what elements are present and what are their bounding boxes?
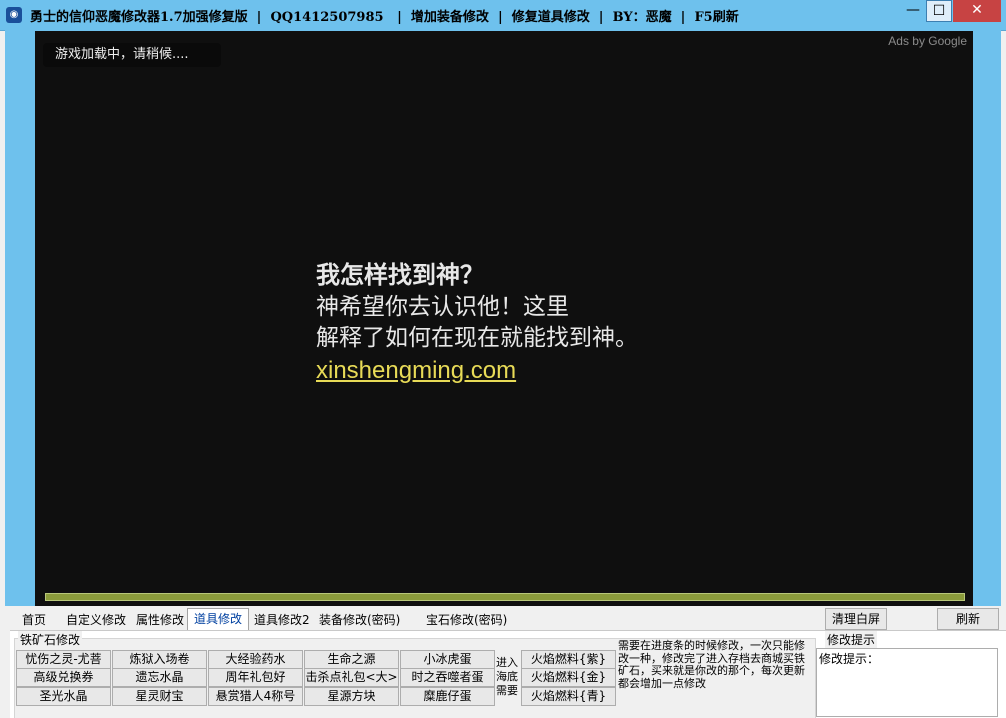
tab-items-2[interactable]: 道具修改2 — [248, 610, 316, 630]
fuel-purple-button[interactable]: 火焰燃料{紫} — [521, 650, 616, 669]
ad-line-1: 神希望你去认识他！这里 — [316, 294, 569, 320]
item-button[interactable]: 炼狱入场卷 — [112, 650, 207, 669]
app-icon: ◉ — [6, 7, 22, 23]
item-button[interactable]: 忧伤之灵-尤菩 — [16, 650, 111, 669]
item-button[interactable]: 星灵财宝 — [112, 687, 207, 706]
item-button[interactable]: 时之吞噬者蛋 — [400, 668, 495, 687]
game-area[interactable]: 游戏加载中，请稍候.... Ads by Google 我怎样找到神？ 神希望你… — [35, 31, 973, 606]
tab-home[interactable]: 首页 — [16, 610, 52, 630]
item-button[interactable]: 星源方块 — [304, 687, 399, 706]
item-button[interactable]: 生命之源 — [304, 650, 399, 669]
ad-link[interactable]: xinshengming.com — [316, 354, 876, 388]
tab-equipment[interactable]: 装备修改(密码) — [313, 610, 406, 630]
item-button[interactable]: 遗忘水晶 — [112, 668, 207, 687]
item-button[interactable]: 小冰虎蛋 — [400, 650, 495, 669]
clear-screen-button[interactable]: 清理白屏 — [825, 608, 887, 630]
window-title: 勇士的信仰恶魔修改器1.7加强修复版 | QQ1412507985 | 增加装备… — [30, 10, 739, 25]
item-button[interactable]: 击杀点礼包<大> — [304, 668, 399, 687]
item-button[interactable]: 悬赏猎人4称号 — [208, 687, 303, 706]
seabed-label: 进入海底需要 — [496, 656, 518, 697]
title-bar: ◉ 勇士的信仰恶魔修改器1.7加强修复版 | QQ1412507985 | 增加… — [0, 0, 1006, 31]
ads-label[interactable]: Ads by Google — [888, 34, 967, 48]
maximize-button[interactable]: ☐ — [926, 0, 952, 22]
ad-block[interactable]: 我怎样找到神？ 神希望你去认识他！这里 解释了如何在现在就能找到神。 xinsh… — [316, 258, 876, 388]
fuel-gold-button[interactable]: 火焰燃料{金} — [521, 668, 616, 687]
loading-progress-bar — [45, 593, 965, 601]
item-button[interactable]: 周年礼包好 — [208, 668, 303, 687]
tab-items[interactable]: 道具修改 — [187, 608, 250, 631]
tab-custom[interactable]: 自定义修改 — [60, 610, 132, 630]
minimize-button[interactable]: — — [900, 0, 926, 22]
item-button[interactable]: 大经验药水 — [208, 650, 303, 669]
refresh-button[interactable]: 刷新 — [937, 608, 999, 630]
loading-text: 游戏加载中，请稍候.... — [43, 43, 221, 67]
group-title: 铁矿石修改 — [18, 631, 83, 648]
ad-title[interactable]: 我怎样找到神？ — [316, 258, 876, 292]
ad-line-2: 解释了如何在现在就能找到神。 — [316, 325, 638, 351]
item-button[interactable]: 高级兑换券 — [16, 668, 111, 687]
hint-textbox[interactable]: 修改提示： — [816, 648, 998, 717]
item-button[interactable]: 圣光水晶 — [16, 687, 111, 706]
tab-attributes[interactable]: 属性修改 — [130, 610, 190, 630]
item-button[interactable]: 糜鹿仔蛋 — [400, 687, 495, 706]
close-button[interactable]: ✕ — [953, 0, 1001, 22]
tab-gems[interactable]: 宝石修改(密码) — [420, 610, 513, 630]
hint-title: 修改提示 — [825, 631, 878, 648]
instruction-note: 需要在进度条的时候修改，一次只能修改一种，修改完了进入存档去商城买铁矿石，买来就… — [618, 639, 805, 690]
fuel-cyan-button[interactable]: 火焰燃料{青} — [521, 687, 616, 706]
